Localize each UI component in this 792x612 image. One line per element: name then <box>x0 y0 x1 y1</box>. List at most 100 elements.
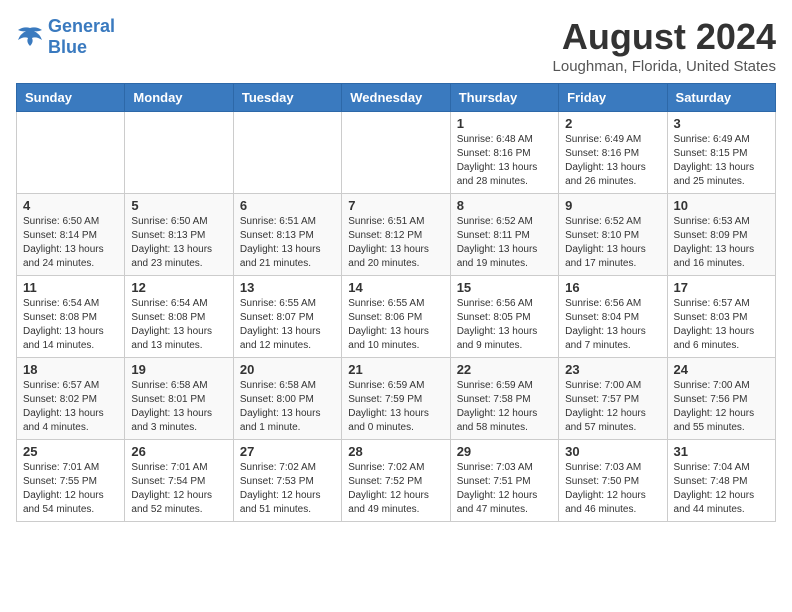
weekday-header-saturday: Saturday <box>667 84 775 112</box>
day-info: Sunrise: 6:48 AM Sunset: 8:16 PM Dayligh… <box>457 133 552 189</box>
logo-text: GeneralBlue <box>48 16 115 58</box>
day-info: Sunrise: 6:56 AM Sunset: 8:05 PM Dayligh… <box>457 297 552 353</box>
day-number: 1 <box>457 116 552 131</box>
day-info: Sunrise: 6:51 AM Sunset: 8:12 PM Dayligh… <box>348 215 443 271</box>
day-number: 3 <box>674 116 769 131</box>
day-info: Sunrise: 7:02 AM Sunset: 7:52 PM Dayligh… <box>348 461 443 517</box>
day-number: 17 <box>674 280 769 295</box>
weekday-header-wednesday: Wednesday <box>342 84 450 112</box>
day-number: 14 <box>348 280 443 295</box>
calendar-cell: 27 Sunrise: 7:02 AM Sunset: 7:53 PM Dayli… <box>233 440 341 522</box>
main-title: August 2024 <box>553 16 776 58</box>
day-number: 26 <box>131 444 226 459</box>
calendar-cell: 28 Sunrise: 7:02 AM Sunset: 7:52 PM Dayli… <box>342 440 450 522</box>
day-number: 19 <box>131 362 226 377</box>
calendar-cell <box>125 112 233 194</box>
calendar-cell: 20 Sunrise: 6:58 AM Sunset: 8:00 PM Dayli… <box>233 358 341 440</box>
day-number: 2 <box>565 116 660 131</box>
day-info: Sunrise: 7:04 AM Sunset: 7:48 PM Dayligh… <box>674 461 769 517</box>
calendar-cell: 25 Sunrise: 7:01 AM Sunset: 7:55 PM Dayli… <box>17 440 125 522</box>
day-number: 8 <box>457 198 552 213</box>
day-number: 28 <box>348 444 443 459</box>
calendar-cell <box>342 112 450 194</box>
day-number: 29 <box>457 444 552 459</box>
calendar-week-row: 18 Sunrise: 6:57 AM Sunset: 8:02 PM Dayli… <box>17 358 776 440</box>
day-info: Sunrise: 7:01 AM Sunset: 7:54 PM Dayligh… <box>131 461 226 517</box>
day-info: Sunrise: 6:56 AM Sunset: 8:04 PM Dayligh… <box>565 297 660 353</box>
calendar-cell: 9 Sunrise: 6:52 AM Sunset: 8:10 PM Daylig… <box>559 194 667 276</box>
calendar-cell: 8 Sunrise: 6:52 AM Sunset: 8:11 PM Daylig… <box>450 194 558 276</box>
day-info: Sunrise: 7:00 AM Sunset: 7:57 PM Dayligh… <box>565 379 660 435</box>
day-info: Sunrise: 6:51 AM Sunset: 8:13 PM Dayligh… <box>240 215 335 271</box>
day-info: Sunrise: 7:03 AM Sunset: 7:51 PM Dayligh… <box>457 461 552 517</box>
day-number: 11 <box>23 280 118 295</box>
calendar-week-row: 4 Sunrise: 6:50 AM Sunset: 8:14 PM Daylig… <box>17 194 776 276</box>
day-number: 7 <box>348 198 443 213</box>
day-info: Sunrise: 6:58 AM Sunset: 8:00 PM Dayligh… <box>240 379 335 435</box>
calendar-cell <box>17 112 125 194</box>
day-info: Sunrise: 7:01 AM Sunset: 7:55 PM Dayligh… <box>23 461 118 517</box>
day-info: Sunrise: 6:59 AM Sunset: 7:58 PM Dayligh… <box>457 379 552 435</box>
calendar-cell: 3Sunrise: 6:49 AM Sunset: 8:15 PM Daylig… <box>667 112 775 194</box>
day-number: 18 <box>23 362 118 377</box>
calendar-cell: 12Sunrise: 6:54 AM Sunset: 8:08 PM Dayli… <box>125 276 233 358</box>
day-number: 9 <box>565 198 660 213</box>
calendar-cell: 24Sunrise: 7:00 AM Sunset: 7:56 PM Dayli… <box>667 358 775 440</box>
weekday-header-tuesday: Tuesday <box>233 84 341 112</box>
weekday-header-thursday: Thursday <box>450 84 558 112</box>
day-number: 6 <box>240 198 335 213</box>
day-info: Sunrise: 6:57 AM Sunset: 8:03 PM Dayligh… <box>674 297 769 353</box>
calendar-week-row: 1 Sunrise: 6:48 AM Sunset: 8:16 PM Daylig… <box>17 112 776 194</box>
calendar-cell: 31 Sunrise: 7:04 AM Sunset: 7:48 PM Dayli… <box>667 440 775 522</box>
calendar-cell: 13 Sunrise: 6:55 AM Sunset: 8:07 PM Dayli… <box>233 276 341 358</box>
weekday-header-friday: Friday <box>559 84 667 112</box>
day-info: Sunrise: 6:50 AM Sunset: 8:13 PM Dayligh… <box>131 215 226 271</box>
day-info: Sunrise: 6:52 AM Sunset: 8:11 PM Dayligh… <box>457 215 552 271</box>
day-info: Sunrise: 6:58 AM Sunset: 8:01 PM Dayligh… <box>131 379 226 435</box>
calendar-cell: 7 Sunrise: 6:51 AM Sunset: 8:12 PM Daylig… <box>342 194 450 276</box>
subtitle: Loughman, Florida, United States <box>553 58 776 75</box>
header: GeneralBlue August 2024 Loughman, Florid… <box>16 16 776 75</box>
calendar-cell: 21Sunrise: 6:59 AM Sunset: 7:59 PM Dayli… <box>342 358 450 440</box>
day-number: 4 <box>23 198 118 213</box>
day-number: 31 <box>674 444 769 459</box>
weekday-header-row: SundayMondayTuesdayWednesdayThursdayFrid… <box>17 84 776 112</box>
calendar-cell: 22 Sunrise: 6:59 AM Sunset: 7:58 PM Dayli… <box>450 358 558 440</box>
day-info: Sunrise: 6:54 AM Sunset: 8:08 PM Dayligh… <box>23 297 118 353</box>
day-info: Sunrise: 6:52 AM Sunset: 8:10 PM Dayligh… <box>565 215 660 271</box>
day-info: Sunrise: 6:55 AM Sunset: 8:07 PM Dayligh… <box>240 297 335 353</box>
day-info: Sunrise: 6:59 AM Sunset: 7:59 PM Dayligh… <box>348 379 443 435</box>
day-info: Sunrise: 6:57 AM Sunset: 8:02 PM Dayligh… <box>23 379 118 435</box>
calendar-week-row: 11 Sunrise: 6:54 AM Sunset: 8:08 PM Dayli… <box>17 276 776 358</box>
logo: GeneralBlue <box>16 16 115 58</box>
calendar-cell: 14Sunrise: 6:55 AM Sunset: 8:06 PM Dayli… <box>342 276 450 358</box>
day-number: 22 <box>457 362 552 377</box>
day-number: 12 <box>131 280 226 295</box>
day-number: 27 <box>240 444 335 459</box>
day-number: 25 <box>23 444 118 459</box>
calendar-cell: 30 Sunrise: 7:03 AM Sunset: 7:50 PM Dayli… <box>559 440 667 522</box>
calendar-cell: 6 Sunrise: 6:51 AM Sunset: 8:13 PM Daylig… <box>233 194 341 276</box>
calendar-cell: 11 Sunrise: 6:54 AM Sunset: 8:08 PM Dayli… <box>17 276 125 358</box>
calendar-cell: 19 Sunrise: 6:58 AM Sunset: 8:01 PM Dayli… <box>125 358 233 440</box>
calendar-cell: 16 Sunrise: 6:56 AM Sunset: 8:04 PM Dayli… <box>559 276 667 358</box>
day-info: Sunrise: 7:03 AM Sunset: 7:50 PM Dayligh… <box>565 461 660 517</box>
calendar-cell: 18 Sunrise: 6:57 AM Sunset: 8:02 PM Dayli… <box>17 358 125 440</box>
calendar-week-row: 25 Sunrise: 7:01 AM Sunset: 7:55 PM Dayli… <box>17 440 776 522</box>
day-info: Sunrise: 7:02 AM Sunset: 7:53 PM Dayligh… <box>240 461 335 517</box>
day-info: Sunrise: 6:53 AM Sunset: 8:09 PM Dayligh… <box>674 215 769 271</box>
calendar-cell: 17 Sunrise: 6:57 AM Sunset: 8:03 PM Dayli… <box>667 276 775 358</box>
calendar-body: 1 Sunrise: 6:48 AM Sunset: 8:16 PM Daylig… <box>17 112 776 522</box>
day-number: 30 <box>565 444 660 459</box>
day-number: 20 <box>240 362 335 377</box>
day-info: Sunrise: 6:50 AM Sunset: 8:14 PM Dayligh… <box>23 215 118 271</box>
calendar-cell: 5Sunrise: 6:50 AM Sunset: 8:13 PM Daylig… <box>125 194 233 276</box>
day-number: 23 <box>565 362 660 377</box>
day-number: 16 <box>565 280 660 295</box>
day-number: 13 <box>240 280 335 295</box>
calendar-cell: 15Sunrise: 6:56 AM Sunset: 8:05 PM Dayli… <box>450 276 558 358</box>
logo-bird-icon <box>16 26 44 48</box>
calendar: SundayMondayTuesdayWednesdayThursdayFrid… <box>16 83 776 522</box>
day-info: Sunrise: 6:49 AM Sunset: 8:16 PM Dayligh… <box>565 133 660 189</box>
day-info: Sunrise: 7:00 AM Sunset: 7:56 PM Dayligh… <box>674 379 769 435</box>
